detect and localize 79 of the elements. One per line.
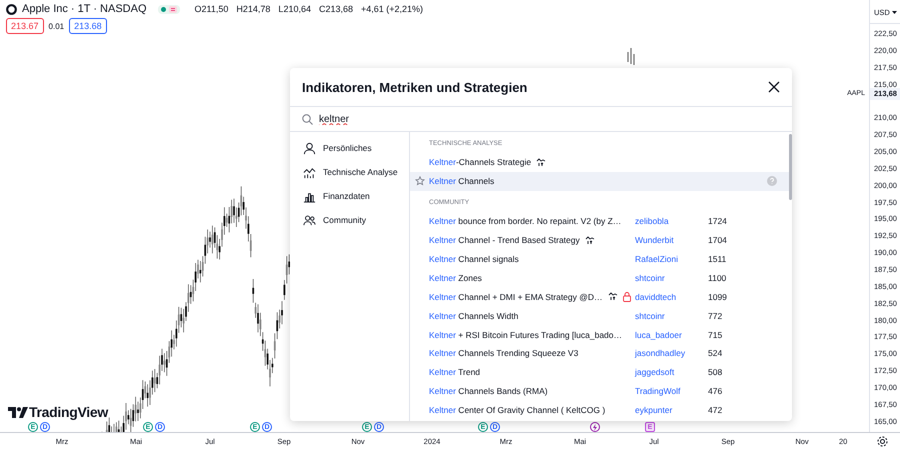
result-row[interactable]: Keltner Channel + DMI + EMA Strategy @D… daviddtech 1099 [410, 287, 789, 306]
market-open-dot-icon [160, 6, 166, 12]
author-link[interactable]: RafaelZioni [635, 254, 708, 264]
scrollbar-thumb[interactable] [789, 134, 792, 200]
usage-count: 1511 [708, 254, 726, 264]
price-change: +4,61 (+2,21%) [361, 4, 424, 14]
indicator-name: Keltner Channels Width [429, 310, 518, 321]
indicator-name: Keltner Channel + DMI + EMA Strategy @D… [429, 292, 603, 302]
indicator-name: Keltner bounce from border. No repaint. V2 (by Z… [429, 216, 622, 226]
result-row[interactable]: Keltner + RSI Bitcoin Futures Trading [luca_bado… luca_badoer 715 [410, 325, 789, 344]
indicator-name: Keltner Channels Trending Squeeze V3 [429, 348, 578, 358]
search-icon [302, 114, 313, 124]
split-marker-icon[interactable] [590, 422, 600, 432]
brand-name: TradingView [29, 404, 108, 420]
author-link[interactable]: shtcoinr [635, 272, 708, 283]
result-row[interactable]: Keltner Trend jaggedsoft 508 [410, 362, 789, 382]
result-row[interactable]: Keltner Channel - Trend Based Strategy Wunderbit 1704 [410, 230, 789, 250]
usage-count: 1100 [708, 272, 726, 283]
highlighted-row[interactable]: Keltner Channels [410, 172, 789, 191]
indicator-name: Keltner Channels [429, 176, 494, 186]
usage-count: 524 [708, 348, 722, 358]
ohlc-value: L210,64 [278, 4, 311, 14]
author-link[interactable]: luca_badoer [635, 330, 708, 340]
usage-count: 715 [708, 330, 722, 340]
star-icon [415, 176, 425, 186]
result-row[interactable]: Keltner Zones shtcoinr 1100 [410, 268, 789, 288]
sidebar-item[interactable]: Community [290, 208, 409, 232]
author-link[interactable]: TradingWolf [635, 386, 708, 396]
logo-icon [8, 406, 28, 418]
result-row[interactable]: Keltner bounce from border. No repaint. V2 (by Z… zelibobla 1724 [410, 212, 789, 231]
settings-button[interactable] [877, 436, 888, 446]
author-link[interactable]: zelibobla [635, 216, 708, 226]
indicator-name: Keltner-Channels Strategie [429, 157, 532, 168]
sell-price[interactable]: 213.67 [6, 18, 44, 34]
result-row[interactable]: Keltner-Channels Strategie [410, 153, 789, 172]
ohlc-value: H214,78 [236, 4, 270, 14]
dialog-title: Indikatoren, Metriken und Strategien [302, 80, 528, 94]
line-chart-icon [303, 166, 316, 178]
help-icon [767, 176, 777, 186]
author-link[interactable]: shtcoinr [635, 310, 708, 321]
indicator-name: Keltner Center Of Gravity Channel ( KeltCOG ) [429, 405, 606, 416]
author-link[interactable]: Wunderbit [635, 235, 708, 246]
author-link[interactable]: daviddtech [635, 292, 708, 302]
sidebar-item[interactable]: Finanzdaten [290, 184, 409, 208]
candlestick-series [628, 48, 634, 66]
symbol-title: Apple Inc · 1T · NASDAQ [22, 3, 147, 15]
lines-icon [168, 6, 177, 12]
usage-count: 1099 [708, 292, 727, 302]
author-link[interactable]: jaggedsoft [635, 367, 708, 378]
indicator-name: Keltner Channel - Trend Based Strategy [429, 235, 580, 246]
sidebar-item[interactable]: Technische Analyse [290, 160, 409, 184]
usage-count: 472 [708, 405, 722, 416]
result-row[interactable]: Keltner Center Of Gravity Channel ( KeltCOG ) eykpunter 472 [410, 400, 789, 420]
indicator-name: Keltner Channel signals [429, 254, 519, 264]
usage-count: 1704 [708, 235, 727, 246]
symbol-logo-icon [6, 4, 17, 14]
close-button[interactable] [768, 81, 780, 93]
result-row[interactable]: Keltner Channels Trending Squeeze V3 jasondhadley 524 [410, 344, 789, 363]
caret-icon [892, 11, 897, 14]
usage-count: 772 [708, 310, 722, 321]
indicator-name: Keltner Zones [429, 272, 482, 283]
indicator-name: Keltner + RSI Bitcoin Futures Trading [luca_bado… [429, 330, 622, 340]
indicator-name: Keltner Trend [429, 367, 480, 378]
buy-price[interactable]: 213.68 [69, 18, 107, 34]
result-row[interactable]: Keltner Channels Bands (RMA) TradingWolf 476 [410, 382, 789, 401]
usage-count: 508 [708, 367, 722, 378]
ohlc-value: C213,68 [318, 4, 353, 14]
author-link[interactable]: eykpunter [635, 405, 708, 416]
usage-count: 476 [708, 386, 722, 396]
author-link[interactable]: jasondhadley [635, 348, 708, 358]
ohlc-value: O211,50 [194, 4, 228, 14]
indicator-name: Keltner Channels Bands (RMA) [429, 386, 548, 396]
people-icon [303, 214, 316, 226]
result-row[interactable]: Keltner Channels Width shtcoinr 772 [410, 306, 789, 326]
usage-count: 1724 [708, 216, 727, 226]
sidebar-item[interactable]: Persönliches [290, 136, 409, 160]
result-row[interactable]: Keltner Channel signals RafaelZioni 1511 [410, 250, 789, 268]
person-icon [303, 142, 316, 154]
spread-value: 0.01 [48, 22, 64, 30]
